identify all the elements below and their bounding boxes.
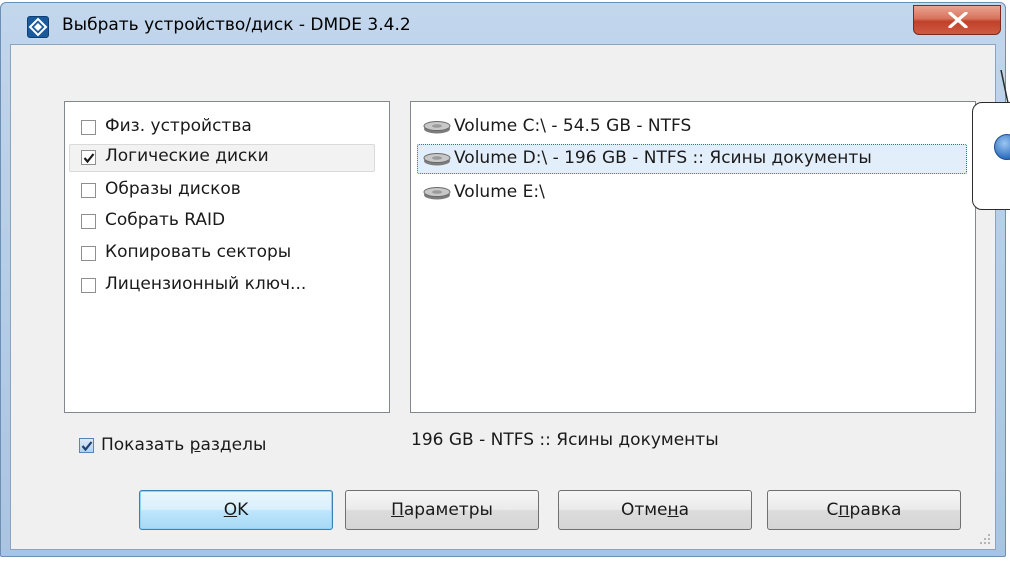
disk-drive-icon <box>423 121 451 134</box>
window-title: Выбрать устройство/диск - DMDE 3.4.2 <box>62 15 411 35</box>
option-build-raid[interactable]: Собрать RAID <box>77 208 377 236</box>
dmde-logo-icon <box>27 16 49 38</box>
option-license-key[interactable]: Лицензионный ключ... <box>77 272 377 300</box>
close-button[interactable] <box>913 5 1001 35</box>
volume-list[interactable]: Volume C:\ - 54.5 GB - NTFS Volume D:\ -… <box>410 101 976 413</box>
callout-pointer <box>1000 70 1009 104</box>
checkbox[interactable] <box>81 183 96 198</box>
checkmark-icon <box>83 153 95 164</box>
checkbox[interactable] <box>79 438 94 453</box>
checkbox[interactable] <box>81 278 96 293</box>
cancel-button[interactable]: Отмена <box>558 490 752 530</box>
option-label: Собрать RAID <box>105 210 226 230</box>
title-bar[interactable]: Выбрать устройство/диск - DMDE 3.4.2 <box>1 3 1005 43</box>
disk-drive-icon <box>423 187 451 200</box>
checkbox[interactable] <box>81 214 96 229</box>
option-physical-devices[interactable]: Физ. устройства <box>77 114 377 142</box>
close-x-icon <box>948 12 968 28</box>
volume-label: Volume C:\ - 54.5 GB - NTFS <box>454 116 692 136</box>
checkbox[interactable] <box>81 150 96 165</box>
options-list[interactable]: Физ. устройства Логические диски Образы … <box>64 101 390 413</box>
checkmark-icon <box>81 441 93 452</box>
option-label: Логические диски <box>105 146 269 166</box>
checkbox[interactable] <box>81 120 96 135</box>
dialog-client-area: Физ. устройства Логические диски Образы … <box>10 44 996 550</box>
show-partitions-label: Показать разделы <box>101 435 267 455</box>
ok-button[interactable]: OK <box>139 490 333 530</box>
option-disk-images[interactable]: Образы дисков <box>77 177 377 205</box>
help-button[interactable]: Справка <box>767 490 961 530</box>
parameters-button[interactable]: Параметры <box>345 490 539 530</box>
resize-grip-icon[interactable] <box>979 533 991 545</box>
checkbox[interactable] <box>81 246 96 261</box>
selected-volume-info: 196 GB - NTFS :: Ясины документы <box>411 430 719 450</box>
option-logical-disks[interactable]: Логические диски <box>69 144 375 172</box>
option-label: Физ. устройства <box>105 116 252 136</box>
list-item-volume-d[interactable]: Volume D:\ - 196 GB - NTFS :: Ясины доку… <box>417 144 967 174</box>
option-label: Образы дисков <box>105 179 241 199</box>
option-label: Лицензионный ключ... <box>105 274 307 294</box>
option-copy-sectors[interactable]: Копировать секторы <box>77 240 377 268</box>
disk-drive-icon <box>423 153 451 166</box>
show-partitions-checkbox[interactable]: Показать разделы <box>79 433 319 459</box>
list-item-volume-e[interactable]: Volume E:\ <box>417 178 967 208</box>
volume-label: Volume D:\ - 196 GB - NTFS :: Ясины доку… <box>454 148 872 168</box>
volume-label: Volume E:\ <box>454 182 545 202</box>
dialog-window: Выбрать устройство/диск - DMDE 3.4.2 Физ… <box>0 2 1006 557</box>
list-item-volume-c[interactable]: Volume C:\ - 54.5 GB - NTFS <box>417 112 967 142</box>
option-label: Копировать секторы <box>105 242 292 262</box>
